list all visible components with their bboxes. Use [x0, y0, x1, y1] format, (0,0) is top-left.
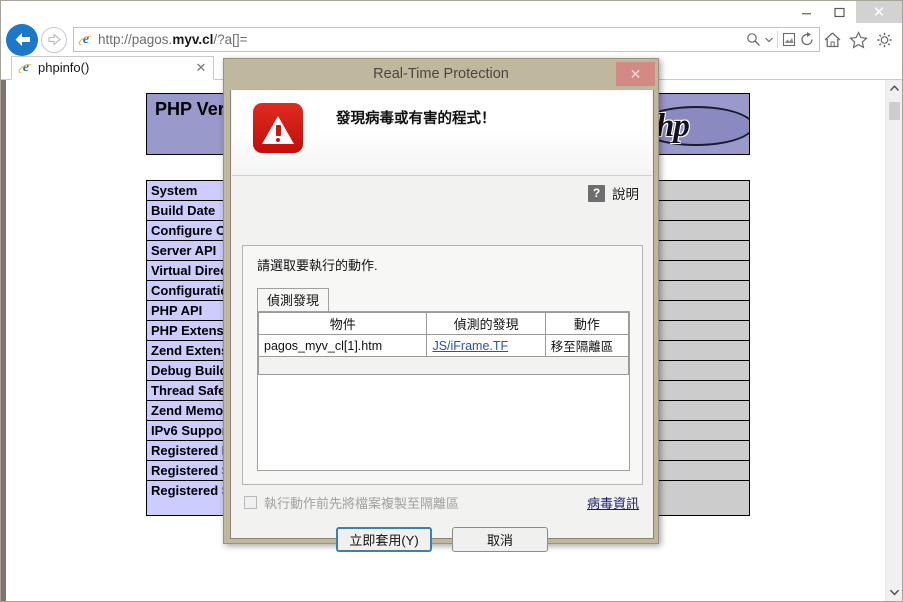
tab-favicon-icon: e: [17, 60, 35, 76]
quarantine-copy-checkbox[interactable]: [244, 496, 257, 509]
dialog-help-row[interactable]: ? 說明: [231, 176, 653, 210]
search-dropdown-button[interactable]: [765, 37, 773, 43]
toolbar-icons: [823, 30, 902, 49]
address-icon-separator: [777, 31, 778, 48]
apply-now-button[interactable]: 立即套用(Y): [336, 527, 432, 552]
dialog-body: 發現病毒或有害的程式！ ? 說明 請選取要執行的動作. 偵測發現 物件 偵測的發…: [230, 90, 654, 552]
maximize-button[interactable]: [823, 1, 856, 23]
col-action: 動作: [544, 312, 630, 335]
col-object: 物件: [257, 312, 428, 335]
detection-table: 物件 偵測的發現 動作 pagos_myv_cl[1].htm JS/iFram…: [257, 312, 630, 357]
scrollbar-thumb[interactable]: [889, 102, 900, 120]
home-button[interactable]: [823, 31, 842, 49]
ie-logo-icon: e: [77, 32, 95, 48]
window-titlebar: ✕: [1, 1, 902, 23]
php-logo-text: hp: [656, 108, 690, 144]
help-icon[interactable]: ?: [588, 184, 605, 202]
dialog-titlebar: Real-Time Protection ✕: [224, 59, 658, 90]
tab-close-icon[interactable]: ✕: [193, 60, 209, 76]
address-bar-icons: [746, 31, 817, 48]
cell-object: pagos_myv_cl[1].htm: [257, 334, 428, 357]
help-label[interactable]: 說明: [612, 183, 639, 203]
close-icon: ✕: [629, 65, 642, 82]
minimize-icon: [802, 12, 811, 14]
cell-detection: JS/iFrame.TF: [426, 334, 546, 357]
chevron-down-icon: [890, 589, 899, 596]
back-button[interactable]: [6, 23, 38, 56]
warning-triangle-shape: [262, 115, 294, 144]
forward-arrow-icon: [47, 33, 61, 46]
page-scrollbar[interactable]: [885, 80, 902, 601]
window-controls: ✕: [790, 1, 902, 23]
url-prefix: http://pagos.: [98, 32, 173, 47]
virus-info-link[interactable]: 病毒資訊: [587, 493, 639, 512]
star-icon: [849, 30, 868, 49]
warning-message: 發現病毒或有害的程式！: [336, 111, 496, 127]
detection-tabstrip: 偵測發現: [257, 288, 630, 312]
refresh-button[interactable]: [800, 32, 814, 47]
browser-window: ✕ e http://pagos.myv.cl/?a[]= e phpinfo(…: [0, 0, 903, 602]
quarantine-copy-row[interactable]: 執行動作前先將檔案複製至隔離區: [244, 493, 459, 512]
php-logo: hp: [644, 93, 750, 155]
table-row[interactable]: pagos_myv_cl[1].htm JS/iFrame.TF 移至隔離區: [257, 334, 630, 357]
favorites-button[interactable]: [849, 30, 868, 49]
address-bar[interactable]: e http://pagos.myv.cl/?a[]=: [73, 27, 820, 52]
detection-link[interactable]: JS/iFrame.TF: [432, 339, 508, 353]
cell-action: 移至隔離區: [544, 334, 630, 357]
exclamation-dot: [276, 137, 280, 142]
compatibility-view-button[interactable]: [782, 32, 796, 47]
close-window-button[interactable]: ✕: [856, 1, 902, 23]
scroll-up-icon[interactable]: [886, 80, 902, 97]
search-button[interactable]: [746, 32, 761, 47]
chevron-up-icon: [890, 85, 899, 91]
chevron-down-icon: [765, 37, 773, 42]
refresh-icon: [801, 32, 813, 46]
url-host: myv.cl: [172, 32, 214, 47]
search-icon: [747, 33, 760, 46]
url-suffix: /?a[]=: [213, 32, 248, 47]
tab-detections[interactable]: 偵測發現: [257, 288, 330, 312]
compatibility-view-icon: [782, 32, 796, 47]
instruction-text: 請選取要執行的動作.: [257, 258, 378, 273]
forward-button[interactable]: [41, 26, 67, 53]
exclamation-bar: [275, 124, 281, 136]
dialog-close-button[interactable]: ✕: [616, 62, 655, 86]
detection-tabpanel: 物件 偵測的發現 動作 pagos_myv_cl[1].htm JS/iFram…: [257, 311, 630, 471]
tab-phpinfo[interactable]: e phpinfo() ✕: [11, 56, 214, 80]
warning-triangle-icon: [253, 103, 303, 153]
maximize-icon: [834, 7, 845, 17]
dialog-banner: 發現病毒或有害的程式！: [232, 91, 652, 176]
detection-table-body: pagos_myv_cl[1].htm JS/iFrame.TF 移至隔離區: [257, 334, 630, 357]
detection-panel: 請選取要執行的動作. 偵測發現 物件 偵測的發現 動作 pagos_myv_cl…: [242, 245, 643, 485]
tab-title: phpinfo(): [38, 60, 90, 75]
realtime-protection-dialog: Real-Time Protection ✕ 發現病毒或有害的程式！ ? 說明: [223, 58, 659, 552]
minimize-button[interactable]: [790, 1, 823, 23]
detection-table-head: 物件 偵測的發現 動作: [257, 312, 630, 335]
detection-table-filler: [258, 357, 629, 375]
dialog-buttons: 立即套用(Y) 取消: [231, 527, 653, 552]
tools-button[interactable]: [875, 31, 894, 49]
home-icon: [824, 32, 841, 47]
dialog-title: Real-Time Protection: [373, 66, 509, 82]
quarantine-copy-label: 執行動作前先將檔案複製至隔離區: [264, 496, 460, 511]
navigation-bar: e http://pagos.myv.cl/?a[]=: [1, 23, 902, 56]
gear-icon: [877, 32, 892, 47]
col-detection: 偵測的發現: [426, 312, 546, 335]
scroll-down-icon[interactable]: [886, 584, 902, 601]
back-arrow-icon: [15, 33, 30, 46]
cancel-button[interactable]: 取消: [452, 527, 548, 552]
url-text: http://pagos.myv.cl/?a[]=: [98, 29, 746, 50]
detection-table-header-row: 物件 偵測的發現 動作: [257, 312, 630, 335]
close-icon: ✕: [872, 3, 886, 21]
